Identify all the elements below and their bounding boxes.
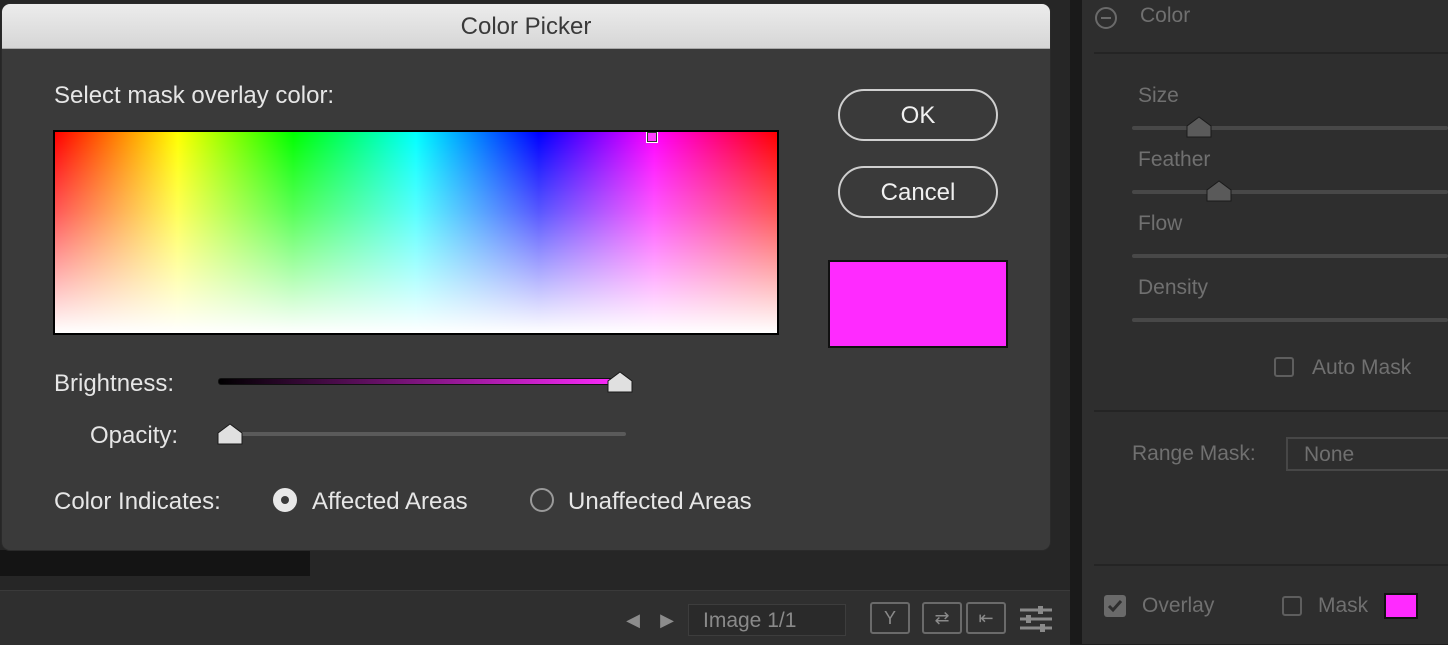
size-slider[interactable] (1132, 126, 1448, 130)
mask-checkbox[interactable] (1282, 596, 1302, 616)
brightness-label: Brightness: (54, 370, 175, 397)
affected-areas-label[interactable]: Affected Areas (312, 488, 468, 516)
color-picker-dialog: Color Picker Select mask overlay color: … (2, 4, 1050, 550)
density-label: Density (1138, 276, 1209, 299)
range-mask-value: None (1304, 443, 1355, 466)
overlay-label: Overlay (1142, 594, 1215, 617)
radio-selected-dot (281, 496, 289, 504)
overlay-checkbox[interactable] (1104, 595, 1126, 617)
copy-left-icon[interactable]: ⇤ (966, 602, 1006, 634)
dialog-titlebar[interactable]: Color Picker (2, 4, 1050, 49)
opacity-label: Opacity: (90, 422, 179, 449)
panel-divider (1070, 0, 1082, 644)
opacity-slider[interactable] (218, 432, 626, 436)
color-indicates-label: Color Indicates: (54, 488, 221, 515)
section-divider (1094, 564, 1448, 566)
mask-label: Mask (1318, 594, 1369, 617)
brightness-slider[interactable] (218, 378, 622, 385)
auto-mask-label: Auto Mask (1312, 356, 1412, 379)
dialog-title: Color Picker (460, 13, 592, 40)
section-title: Color (1140, 4, 1191, 27)
ok-button[interactable]: OK (838, 89, 998, 141)
spectrum-saturation-gradient (55, 132, 777, 333)
prompt-label: Select mask overlay color: (54, 82, 335, 109)
unaffected-areas-label[interactable]: Unaffected Areas (568, 488, 752, 516)
mask-color-swatch[interactable] (1384, 593, 1418, 619)
cancel-button[interactable]: Cancel (838, 166, 998, 218)
collapse-section-icon[interactable] (1094, 6, 1118, 30)
flow-label: Flow (1138, 212, 1183, 235)
right-panel: Color Size Feather Flow Density Auto Mas… (1082, 0, 1448, 644)
next-image-button[interactable]: ▶ (652, 605, 682, 635)
swap-icon[interactable]: ⇄ (922, 602, 962, 634)
density-slider[interactable] (1132, 318, 1448, 322)
color-preview-swatch (828, 260, 1008, 348)
color-spectrum[interactable] (53, 130, 779, 335)
image-counter: Image 1/1 (688, 604, 846, 636)
affected-areas-radio[interactable] (273, 488, 297, 512)
spectrum-selection-marker[interactable] (646, 132, 658, 143)
filmstrip-edge (0, 550, 310, 576)
y-compare-icon[interactable]: Y (870, 602, 910, 634)
section-divider (1094, 52, 1448, 54)
flow-slider[interactable] (1132, 254, 1448, 258)
auto-mask-checkbox[interactable] (1274, 357, 1294, 377)
feather-label: Feather (1138, 148, 1211, 171)
prev-image-button[interactable]: ◀ (618, 605, 648, 635)
filter-sliders-icon[interactable] (1018, 604, 1054, 634)
range-mask-label: Range Mask: (1132, 442, 1256, 465)
brightness-slider-thumb[interactable] (607, 371, 633, 393)
unaffected-areas-radio[interactable] (530, 488, 554, 512)
size-label: Size (1138, 84, 1179, 107)
range-mask-select[interactable]: None (1286, 437, 1448, 471)
opacity-slider-thumb[interactable] (217, 423, 243, 445)
section-divider (1094, 410, 1448, 412)
feather-slider[interactable] (1132, 190, 1448, 194)
